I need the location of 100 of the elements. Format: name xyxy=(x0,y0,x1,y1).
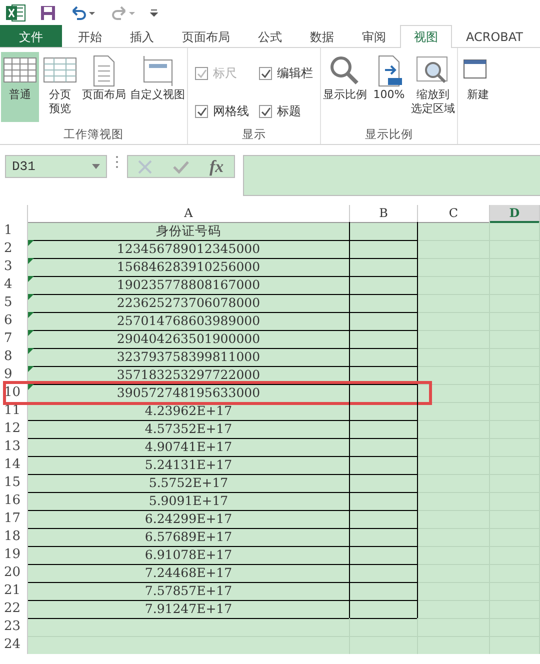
error-indicator-icon[interactable] xyxy=(28,384,34,390)
column-header[interactable]: D xyxy=(490,205,540,223)
ribbon-button[interactable]: 100% xyxy=(370,52,408,122)
table-cell: 4.90741E+17 xyxy=(28,438,350,457)
row-header[interactable]: 1 xyxy=(0,222,28,241)
table-cell: 6.57689E+17 xyxy=(28,528,350,547)
table-cell xyxy=(418,402,490,421)
checkbox[interactable] xyxy=(259,104,272,118)
row-header[interactable]: 4 xyxy=(0,276,28,295)
column-header[interactable]: B xyxy=(350,205,418,223)
table-cell xyxy=(418,528,490,547)
table-cell xyxy=(418,348,490,367)
row-header[interactable]: 16 xyxy=(0,492,28,511)
table-cell: 4.57352E+17 xyxy=(28,420,350,439)
ribbon-button[interactable]: 新建 xyxy=(459,52,497,122)
check-icon[interactable] xyxy=(172,160,189,174)
table-cell xyxy=(350,582,418,601)
table-cell xyxy=(418,258,490,277)
ribbon-button[interactable]: 分页 预览 xyxy=(41,52,79,122)
table-cell xyxy=(350,222,418,241)
dropdown-icon[interactable] xyxy=(92,164,100,169)
formula-input[interactable] xyxy=(243,155,540,196)
table-cell xyxy=(350,330,418,349)
row-header[interactable]: 13 xyxy=(0,438,28,457)
error-indicator-icon[interactable] xyxy=(28,258,34,264)
ribbon-tab[interactable]: 视图 xyxy=(400,25,452,48)
table-cell xyxy=(490,222,540,241)
row-header[interactable]: 23 xyxy=(0,618,28,637)
excel-logo-icon xyxy=(6,4,26,22)
row-header[interactable]: 19 xyxy=(0,546,28,565)
row-header[interactable]: 6 xyxy=(0,312,28,331)
ribbon-button[interactable]: 显示比例 xyxy=(322,52,368,122)
ribbon-button[interactable]: 自定义视图 xyxy=(129,52,186,122)
row-header[interactable]: 20 xyxy=(0,564,28,583)
table-cell: 7.91247E+17 xyxy=(28,600,350,619)
checkbox-label[interactable]: 标题 xyxy=(277,102,301,120)
column-header[interactable]: A xyxy=(28,205,350,223)
row-header[interactable]: 12 xyxy=(0,420,28,439)
checkbox[interactable] xyxy=(195,104,208,118)
table-cell: 6.91078E+17 xyxy=(28,546,350,565)
file-tab[interactable]: 文件 xyxy=(0,25,62,47)
row-header[interactable]: 22 xyxy=(0,600,28,619)
row-header[interactable]: 18 xyxy=(0,528,28,547)
ribbon-button[interactable]: 普通 xyxy=(1,52,39,122)
table-cell xyxy=(418,420,490,439)
table-cell: 156846283910256000 xyxy=(28,258,350,277)
error-indicator-icon[interactable] xyxy=(28,240,34,246)
insert-function-button[interactable]: fx xyxy=(210,154,224,180)
table-cell: 5.9091E+17 xyxy=(28,492,350,511)
checkbox[interactable] xyxy=(259,66,272,80)
row-header[interactable]: 7 xyxy=(0,330,28,349)
error-indicator-icon[interactable] xyxy=(28,294,34,300)
save-icon[interactable] xyxy=(40,4,56,20)
table-cell: 357183253297722000 xyxy=(28,366,350,385)
table-cell xyxy=(350,510,418,529)
row-header[interactable]: 21 xyxy=(0,582,28,601)
table-cell: 190235778808167000 xyxy=(28,276,350,295)
cell-reference: D31 xyxy=(12,158,36,176)
table-cell: 7.57857E+17 xyxy=(28,582,350,601)
table-cell xyxy=(350,546,418,565)
redo-icon[interactable] xyxy=(110,6,136,20)
error-indicator-icon[interactable] xyxy=(28,366,34,372)
checkbox-label[interactable]: 网格线 xyxy=(213,102,249,120)
name-box[interactable]: D31 xyxy=(5,155,107,178)
ribbon-button[interactable]: 缩放到 选定区域 xyxy=(410,52,456,122)
row-header[interactable]: 5 xyxy=(0,294,28,313)
more-icon[interactable] xyxy=(115,155,119,169)
ribbon-tab[interactable]: 公式 xyxy=(244,25,296,47)
table-cell: 7.24468E+17 xyxy=(28,564,350,583)
table-cell xyxy=(350,294,418,313)
row-header[interactable]: 8 xyxy=(0,348,28,367)
table-cell: 5.5752E+17 xyxy=(28,474,350,493)
table-cell xyxy=(350,492,418,511)
table-cell xyxy=(418,582,490,601)
table-cell xyxy=(350,276,418,295)
ribbon-tab[interactable]: 开始 xyxy=(64,25,116,47)
table-cell xyxy=(350,312,418,331)
error-indicator-icon[interactable] xyxy=(28,330,34,336)
error-indicator-icon[interactable] xyxy=(28,312,34,318)
ribbon-tab[interactable]: 数据 xyxy=(296,25,348,47)
error-indicator-icon[interactable] xyxy=(28,348,34,354)
customize-icon[interactable] xyxy=(150,8,158,18)
undo-icon[interactable] xyxy=(70,6,96,20)
ribbon-tab[interactable]: 插入 xyxy=(116,25,168,47)
row-header[interactable]: 2 xyxy=(0,240,28,259)
table-cell xyxy=(350,348,418,367)
checkbox-label[interactable]: 编辑栏 xyxy=(277,64,313,82)
error-indicator-icon[interactable] xyxy=(28,276,34,282)
ribbon-tab[interactable]: ACROBAT xyxy=(452,25,537,47)
row-header[interactable]: 3 xyxy=(0,258,28,277)
row-header[interactable]: 14 xyxy=(0,456,28,475)
table-cell xyxy=(418,240,490,259)
ribbon-button[interactable]: 页面布局 xyxy=(81,52,127,122)
ribbon-tab[interactable]: 页面布局 xyxy=(168,25,244,47)
table-cell xyxy=(418,456,490,475)
row-header[interactable]: 24 xyxy=(0,636,28,654)
ribbon-tab[interactable]: 审阅 xyxy=(348,25,400,47)
table-cell: 4.23962E+17 xyxy=(28,402,350,421)
row-header[interactable]: 15 xyxy=(0,474,28,493)
row-header[interactable]: 17 xyxy=(0,510,28,529)
